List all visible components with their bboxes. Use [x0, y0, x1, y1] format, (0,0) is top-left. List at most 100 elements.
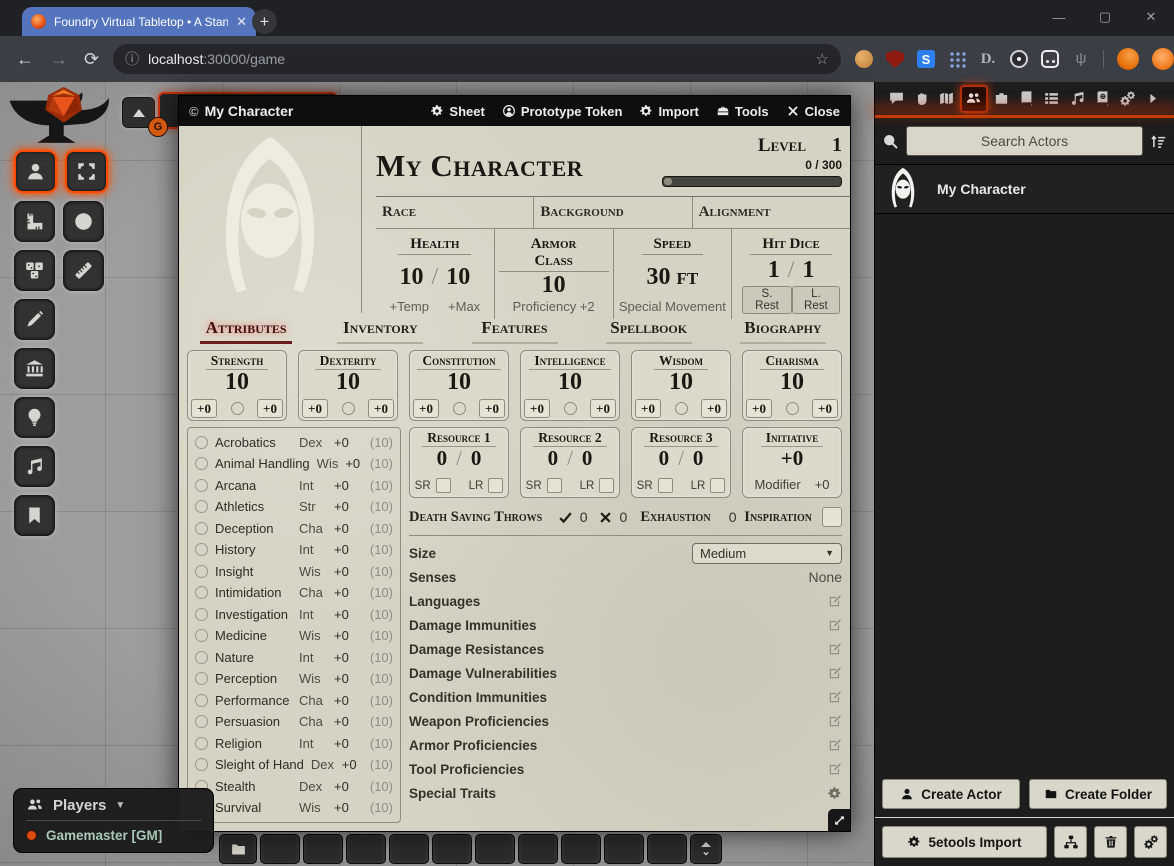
skill-row[interactable]: Survival Wis +0 (10): [195, 797, 393, 818]
skill-proficiency-toggle[interactable]: [195, 651, 208, 664]
tab-playlists[interactable]: [1065, 87, 1089, 111]
long-rest-checkbox[interactable]: [599, 478, 614, 493]
short-rest-checkbox[interactable]: [547, 478, 562, 493]
ublock-extension-icon[interactable]: [886, 50, 904, 68]
token-controls-button[interactable]: [14, 150, 57, 193]
long-rest-button[interactable]: L. Rest: [792, 286, 840, 314]
edit-icon[interactable]: [828, 666, 842, 680]
sheet-tab[interactable]: Features: [447, 318, 581, 344]
ability-save[interactable]: +0: [413, 399, 439, 418]
tab-journal[interactable]: [1014, 87, 1038, 111]
ability-mod[interactable]: +0: [479, 399, 505, 418]
ability-block[interactable]: Dexterity 10 +0 +0: [298, 350, 398, 421]
resource-block[interactable]: Resource 2 0/0 SRLR: [520, 427, 620, 498]
skill-proficiency-toggle[interactable]: [195, 694, 208, 707]
create-actor-button[interactable]: Create Actor: [882, 779, 1020, 809]
ability-name[interactable]: Constitution: [417, 353, 500, 370]
ability-score[interactable]: 10: [447, 370, 471, 395]
initiative-block[interactable]: Initiative +0 Modifier+0: [742, 427, 842, 498]
ability-save[interactable]: +0: [191, 399, 217, 418]
d-extension-icon[interactable]: D.: [979, 50, 997, 68]
sheet-tab[interactable]: Spellbook: [582, 318, 716, 344]
reload-icon[interactable]: ⟳: [84, 49, 99, 70]
window-titlebar[interactable]: © My Character Sheet Prototype Token Imp…: [179, 96, 850, 126]
death-fail-count[interactable]: 0: [620, 509, 628, 525]
maximize-icon[interactable]: ▢: [1082, 9, 1128, 25]
ability-score[interactable]: 10: [225, 370, 249, 395]
exhaustion-value[interactable]: 0: [729, 509, 737, 525]
macro-slot[interactable]: [647, 834, 687, 864]
speed-stat[interactable]: Speed 30 ft Special Movement: [614, 229, 733, 319]
grid-extension-icon[interactable]: [948, 50, 966, 68]
macro-slot[interactable]: [346, 834, 386, 864]
foundry-logo[interactable]: [6, 86, 116, 150]
chevron-down-icon[interactable]: ⌄: [701, 848, 710, 856]
skill-proficiency-toggle[interactable]: [195, 586, 208, 599]
tools-button[interactable]: Tools: [716, 104, 769, 119]
close-sheet-button[interactable]: Close: [786, 104, 840, 119]
walls-tools-button[interactable]: [14, 348, 55, 389]
folder-tree-button[interactable]: [1054, 826, 1087, 858]
delete-button[interactable]: [1094, 826, 1127, 858]
ability-save[interactable]: +0: [302, 399, 328, 418]
ability-score[interactable]: 10: [780, 370, 804, 395]
health-stat[interactable]: Health 10/10 +Temp+Max: [376, 229, 495, 319]
document-id-icon[interactable]: ©: [189, 104, 199, 119]
edit-icon[interactable]: [828, 762, 842, 776]
skill-row[interactable]: Intimidation Cha +0 (10): [195, 582, 393, 603]
measure-controls-button[interactable]: [14, 201, 55, 242]
fork-extension-icon[interactable]: ψ: [1072, 50, 1090, 68]
death-success-count[interactable]: 0: [580, 509, 588, 525]
sidebar-collapse-icon[interactable]: [1141, 87, 1165, 111]
skill-row[interactable]: Performance Cha +0 (10): [195, 690, 393, 711]
edit-icon[interactable]: [828, 690, 842, 704]
macro-slot[interactable]: [432, 834, 472, 864]
skill-row[interactable]: Nature Int +0 (10): [195, 647, 393, 668]
character-field[interactable]: Race: [376, 197, 534, 228]
hit-dice-stat[interactable]: Hit Dice 1/1 S. Rest L. Rest: [732, 229, 850, 319]
ability-block[interactable]: Intelligence 10 +0 +0: [520, 350, 620, 421]
ability-block[interactable]: Constitution 10 +0 +0: [409, 350, 509, 421]
ability-name[interactable]: Charisma: [760, 353, 823, 370]
sound-controls-button[interactable]: [14, 446, 55, 487]
tab-tables[interactable]: [1040, 87, 1064, 111]
macro-folder-button[interactable]: [219, 834, 257, 864]
skill-proficiency-toggle[interactable]: [195, 715, 208, 728]
browser-tab[interactable]: Foundry Virtual Tabletop • A Stan ✕: [22, 7, 256, 36]
tab-scenes[interactable]: [935, 87, 959, 111]
url-bar[interactable]: ⓘ localhost:30000/game ☆: [113, 44, 841, 74]
edit-icon[interactable]: [828, 738, 842, 752]
skill-proficiency-toggle[interactable]: [195, 457, 208, 470]
skill-row[interactable]: History Int +0 (10): [195, 539, 393, 560]
profile-avatar[interactable]: [1117, 48, 1139, 70]
cookie-extension-icon[interactable]: [855, 50, 873, 68]
window-resize-handle[interactable]: [828, 809, 850, 831]
ability-mod[interactable]: +0: [812, 399, 838, 418]
ability-block[interactable]: Strength 10 +0 +0: [187, 350, 287, 421]
proficiency-toggle[interactable]: [786, 402, 799, 415]
tab-combat[interactable]: [909, 87, 933, 111]
gear-icon[interactable]: [827, 786, 842, 801]
size-select[interactable]: Medium ▼: [692, 543, 842, 564]
skill-row[interactable]: Stealth Dex +0 (10): [195, 776, 393, 797]
skill-row[interactable]: Religion Int +0 (10): [195, 733, 393, 754]
template-controls-button[interactable]: [63, 201, 104, 242]
character-field[interactable]: Background: [534, 197, 692, 228]
notes-controls-button[interactable]: [14, 495, 55, 536]
tab-actors[interactable]: [960, 85, 988, 113]
ability-block[interactable]: Charisma 10 +0 +0: [742, 350, 842, 421]
select-targets-button[interactable]: [65, 150, 108, 193]
temp-hp-toggle[interactable]: +Temp: [390, 299, 429, 314]
skill-row[interactable]: Investigation Int +0 (10): [195, 604, 393, 625]
ability-score[interactable]: 10: [669, 370, 693, 395]
resource-block[interactable]: Resource 3 0/0 SRLR: [631, 427, 731, 498]
skill-row[interactable]: Perception Wis +0 (10): [195, 668, 393, 689]
tab-compendium[interactable]: [1090, 87, 1114, 111]
tab-chat[interactable]: [884, 87, 908, 111]
import-button[interactable]: Import: [639, 104, 698, 119]
macro-slot[interactable]: [518, 834, 558, 864]
skill-proficiency-toggle[interactable]: [195, 436, 208, 449]
skill-proficiency-toggle[interactable]: [195, 672, 208, 685]
bookmark-star-icon[interactable]: ☆: [816, 50, 829, 68]
character-field[interactable]: Alignment: [693, 197, 850, 228]
